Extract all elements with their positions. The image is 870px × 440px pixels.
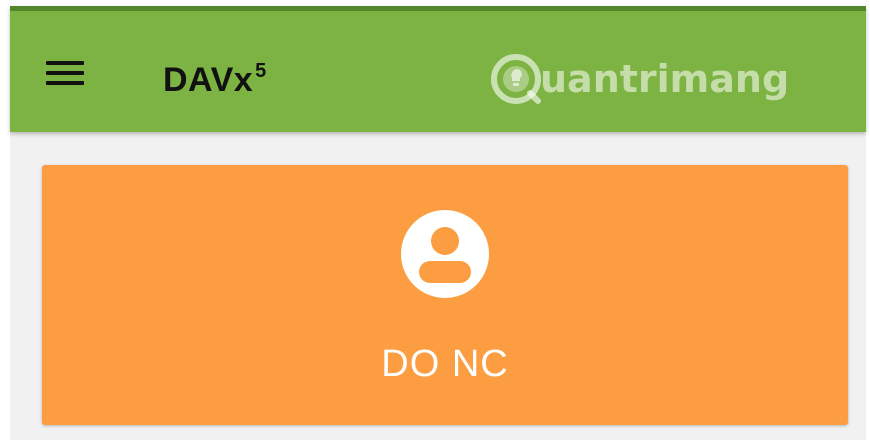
app-title: DAVx 5 <box>163 61 267 97</box>
menu-line <box>46 61 84 65</box>
quantrimang-logo-icon <box>491 54 541 104</box>
menu-line <box>46 81 84 85</box>
app-screen: DAVx 5 uantrimang DO NC <box>0 0 870 440</box>
hamburger-menu-icon[interactable] <box>46 55 86 91</box>
app-toolbar: DAVx 5 uantrimang <box>10 6 866 132</box>
account-card[interactable]: DO NC <box>42 165 848 425</box>
account-name: DO NC <box>381 343 509 385</box>
watermark-text: uantrimang <box>540 57 790 101</box>
account-circle-icon <box>401 210 489 298</box>
menu-line <box>46 71 84 75</box>
app-name: DAVx <box>163 61 254 99</box>
watermark: uantrimang <box>490 49 789 109</box>
app-name-superscript: 5 <box>255 60 267 82</box>
